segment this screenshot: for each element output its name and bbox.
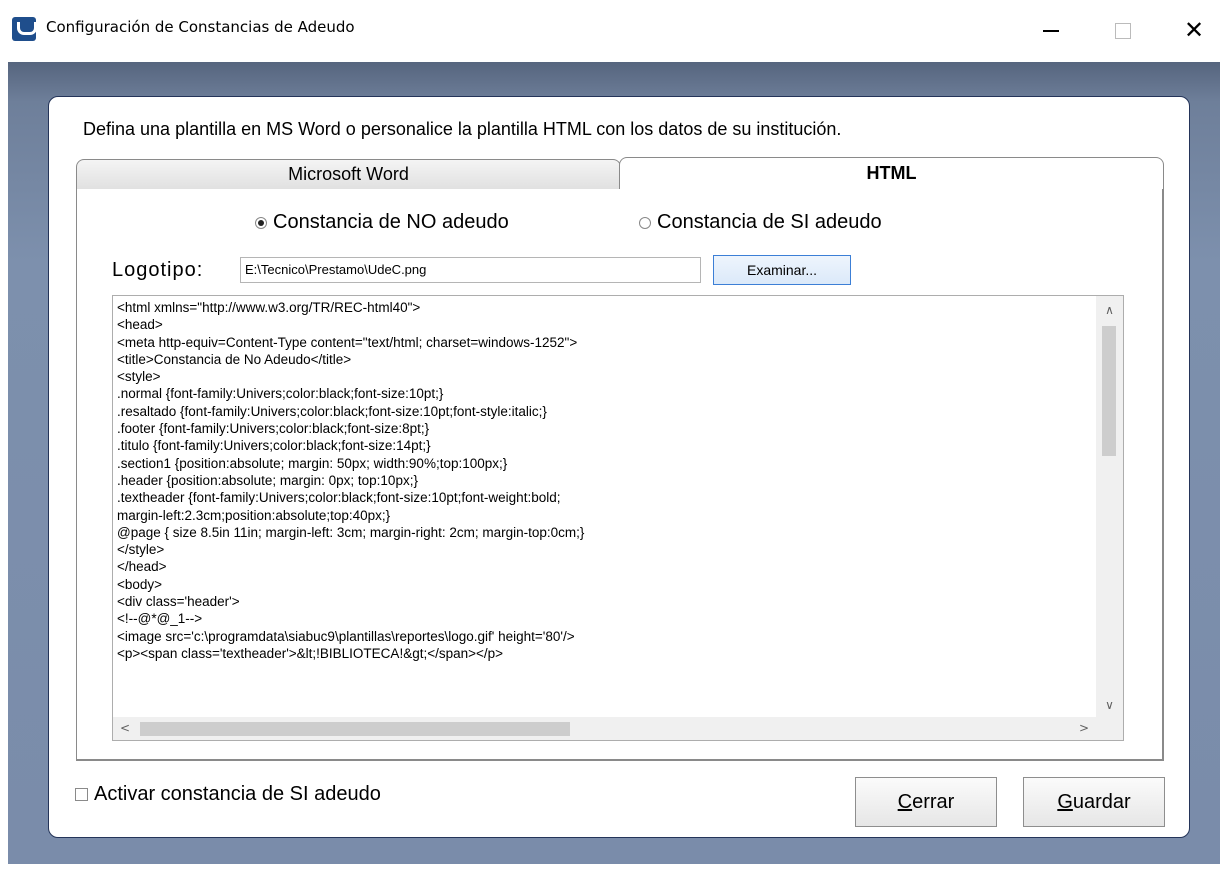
close-window-button[interactable]: ✕	[1174, 12, 1214, 48]
client-area: Defina una plantilla en MS Word o person…	[8, 62, 1220, 864]
editor-line[interactable]: .footer {font-family:Univers;color:black…	[117, 420, 1093, 437]
browse-button[interactable]: Examinar...	[713, 255, 851, 285]
editor-line[interactable]: .textheader {font-family:Univers;color:b…	[117, 489, 1093, 506]
radio-no-adeudo-label: Constancia de NO adeudo	[273, 211, 509, 233]
editor-line[interactable]: <body>	[117, 576, 1093, 593]
close-accel: C	[897, 791, 913, 813]
editor-text[interactable]: <html xmlns="http://www.w3.org/TR/REC-ht…	[117, 299, 1093, 717]
radio-si-adeudo-label: Constancia de SI adeudo	[657, 211, 882, 233]
editor-line[interactable]: .section1 {position:absolute; margin: 50…	[117, 455, 1093, 472]
save-button[interactable]: Guardar	[1023, 777, 1165, 827]
scroll-down-icon[interactable]: ∨	[1096, 695, 1123, 715]
editor-line[interactable]: .resaltado {font-family:Univers;color:bl…	[117, 403, 1093, 420]
vertical-scrollbar[interactable]: ∧ ∨	[1096, 296, 1123, 717]
radio-no-adeudo[interactable]: Constancia de NO adeudo	[255, 211, 509, 234]
config-panel: Defina una plantilla en MS Word o person…	[48, 96, 1190, 838]
editor-line[interactable]: margin-left:2.3cm;position:absolute;top:…	[117, 507, 1093, 524]
scroll-right-icon[interactable]: >	[1074, 717, 1094, 740]
editor-line[interactable]: <div class='header'>	[117, 593, 1093, 610]
editor-line[interactable]: <head>	[117, 316, 1093, 333]
checkbox-label: Activar constancia de SI adeudo	[94, 783, 381, 805]
logo-path-input[interactable]: E:\Tecnico\Prestamo\UdeC.png	[240, 257, 701, 283]
tab-microsoft-word[interactable]: Microsoft Word	[76, 159, 621, 189]
save-accel: G	[1057, 791, 1073, 813]
editor-line[interactable]: .header {position:absolute; margin: 0px;…	[117, 472, 1093, 489]
editor-line[interactable]: <meta http-equiv=Content-Type content="t…	[117, 334, 1093, 351]
logo-label: Logotipo:	[112, 259, 204, 281]
editor-line[interactable]: <p><span class='textheader'>&lt;!BIBLIOT…	[117, 645, 1093, 662]
scrollbar-corner	[1096, 717, 1123, 740]
scroll-left-icon[interactable]: <	[115, 717, 135, 740]
editor-line[interactable]: .normal {font-family:Univers;color:black…	[117, 385, 1093, 402]
vertical-scroll-thumb[interactable]	[1102, 326, 1116, 456]
title-bar: Configuración de Constancias de Adeudo ✕	[0, 0, 1228, 62]
editor-line[interactable]: <style>	[117, 368, 1093, 385]
tab-html[interactable]: HTML	[619, 157, 1164, 189]
activate-si-adeudo-checkbox[interactable]: Activar constancia de SI adeudo	[75, 783, 381, 806]
scroll-up-icon[interactable]: ∧	[1096, 300, 1123, 320]
editor-line[interactable]: </head>	[117, 558, 1093, 575]
radio-checked-icon[interactable]	[255, 216, 267, 229]
editor-line[interactable]: <html xmlns="http://www.w3.org/TR/REC-ht…	[117, 299, 1093, 316]
instruction-text: Defina una plantilla en MS Word o person…	[83, 119, 842, 139]
horizontal-scroll-thumb[interactable]	[140, 722, 570, 736]
window-title: Configuración de Constancias de Adeudo	[46, 18, 355, 36]
close-rest: errar	[912, 791, 955, 813]
checkbox-icon[interactable]	[75, 788, 88, 801]
editor-line[interactable]: <!--@*@_1-->	[117, 610, 1093, 627]
radio-si-adeudo[interactable]: Constancia de SI adeudo	[639, 211, 882, 234]
app-icon	[12, 17, 37, 41]
save-rest: uardar	[1072, 791, 1131, 813]
minimize-button[interactable]	[1030, 12, 1070, 48]
editor-line[interactable]: @page { size 8.5in 11in; margin-left: 3c…	[117, 524, 1093, 541]
editor-line[interactable]: </style>	[117, 541, 1093, 558]
editor-line[interactable]: <title>Constancia de No Adeudo</title>	[117, 351, 1093, 368]
html-template-editor[interactable]: <html xmlns="http://www.w3.org/TR/REC-ht…	[112, 295, 1124, 741]
horizontal-scrollbar[interactable]: < >	[113, 717, 1098, 740]
maximize-button[interactable]	[1102, 12, 1142, 48]
close-button[interactable]: Cerrar	[855, 777, 997, 827]
editor-line[interactable]: <image src='c:\programdata\siabuc9\plant…	[117, 628, 1093, 645]
editor-line[interactable]: .titulo {font-family:Univers;color:black…	[117, 437, 1093, 454]
radio-unchecked-icon[interactable]	[639, 216, 651, 229]
